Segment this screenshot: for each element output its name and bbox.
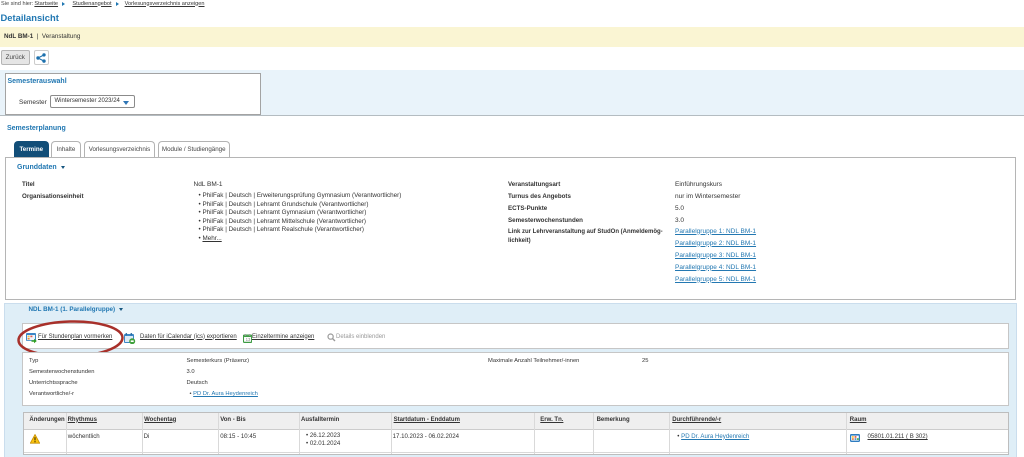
svg-text:13: 13	[245, 337, 250, 342]
